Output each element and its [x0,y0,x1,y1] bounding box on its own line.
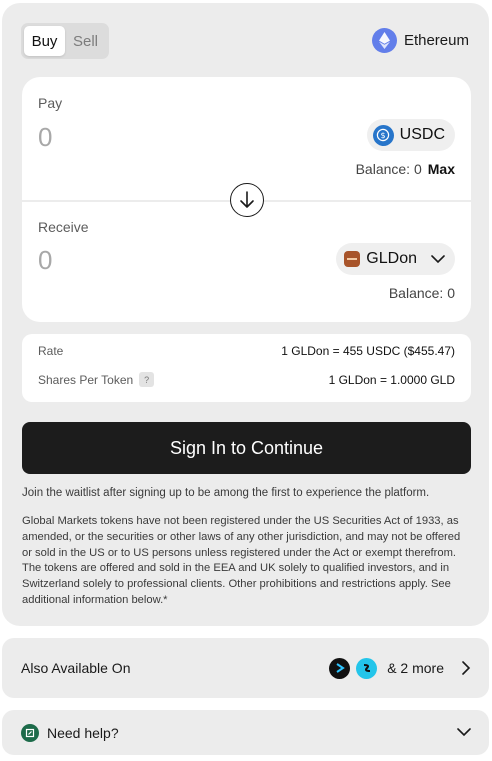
ethereum-icon [371,28,397,53]
pay-token-name: USDC [399,126,445,143]
shares-label-wrap: Shares Per Token ? [38,372,155,387]
swap-panel: Buy Sell Ethereum Pay 0 $ USDC Balance: … [2,3,489,626]
shares-row: Shares Per Token ? 1 GLDon = 1.0000 GLD [38,372,455,387]
chevron-right-icon [462,661,471,675]
need-help-label: Need help? [47,724,119,741]
network-selector[interactable]: Ethereum [371,28,469,53]
buy-tab[interactable]: Buy [24,26,65,56]
arrow-down-icon [240,191,254,208]
rate-info-card: Rate 1 GLDon = 455 USDC ($455.47) Shares… [22,334,471,402]
rate-row: Rate 1 GLDon = 455 USDC ($455.47) [38,344,455,358]
swap-card: Pay 0 $ USDC Balance: 0 Max Receive 0 GL… [22,77,471,322]
receive-balance: Balance: 0 [389,285,455,301]
pay-amount-input[interactable]: 0 [38,122,52,153]
waitlist-note: Join the waitlist after signing up to be… [22,487,430,499]
also-available-label: Also Available On [21,660,131,676]
legal-disclaimer: Global Markets tokens have not been regi… [22,515,461,606]
pay-balance-text: Balance: 0 [355,161,422,177]
rate-label: Rate [38,344,64,358]
pay-label: Pay [38,95,63,111]
platform-chips: & 2 more [329,657,471,679]
help-tooltip-icon[interactable]: ? [139,372,155,387]
receive-token-name: GLDon [366,250,417,267]
gldon-icon [344,251,361,267]
swap-direction-button[interactable] [230,183,264,217]
network-name: Ethereum [403,32,469,49]
shares-value: 1 GLDon = 1.0000 GLD [328,372,455,387]
shares-label: Shares Per Token [38,372,134,387]
pay-balance: Balance: 0 Max [356,161,455,177]
platform-swirl-icon [356,657,378,679]
also-available-bar[interactable]: Also Available On & 2 more [2,638,489,698]
receive-label: Receive [38,219,89,235]
chevron-down-icon [431,254,445,263]
usdc-icon: $ [372,124,394,146]
sign-in-button[interactable]: Sign In to Continue [22,422,471,474]
buy-sell-toggle: Buy Sell [21,23,109,59]
rate-value: 1 GLDon = 455 USDC ($455.47) [281,344,455,358]
chevron-down-icon [457,728,471,737]
receive-amount: 0 [38,245,53,275]
svg-text:$: $ [381,131,386,140]
more-platforms-text: & 2 more [387,660,444,676]
pay-token-selector[interactable]: $ USDC [366,119,455,151]
max-button[interactable]: Max [428,161,455,177]
sell-tab[interactable]: Sell [65,26,106,56]
platform-arrow-icon [329,657,351,679]
receive-token-selector[interactable]: GLDon [336,243,455,275]
need-help-bar[interactable]: Need help? [2,710,489,755]
receive-balance-text: Balance: 0 [388,285,455,301]
help-icon [21,723,39,742]
